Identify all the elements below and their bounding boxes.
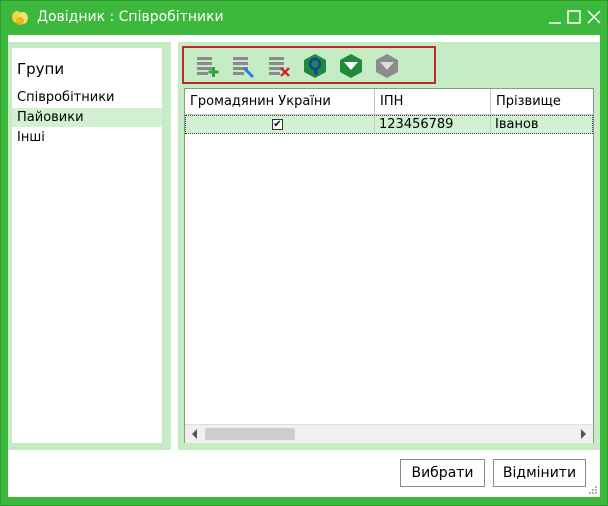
search-button[interactable] [302, 53, 328, 79]
group-item-employees[interactable]: Співробітники [12, 88, 162, 107]
column-header-ipn[interactable]: ІПН [375, 89, 491, 114]
window-client-area: Групи Співробітники Пайовики Інші Громад… [8, 35, 600, 497]
add-record-button[interactable] [194, 53, 220, 79]
filter-button[interactable] [338, 53, 364, 79]
records-panel: Громадянин України ІПН Прізвище ✔ 123456… [178, 42, 600, 450]
filter-clear-button[interactable] [374, 53, 400, 79]
scroll-thumb[interactable] [205, 428, 295, 440]
column-header-citizen[interactable]: Громадянин України [185, 89, 375, 114]
directory-window: Довідник : Співробітники Групи Співробіт… [0, 0, 608, 506]
filter-clear-icon [376, 54, 398, 78]
delete-record-button[interactable] [266, 53, 292, 79]
close-icon [587, 10, 601, 24]
delete-record-icon [269, 57, 290, 77]
close-button[interactable] [585, 7, 603, 27]
grid-header: Громадянин України ІПН Прізвище [185, 89, 593, 115]
maximize-icon [567, 10, 581, 24]
cell-ipn: 123456789 [375, 116, 491, 133]
records-grid: Громадянин України ІПН Прізвище ✔ 123456… [184, 88, 594, 443]
cell-surname: Іванов [495, 117, 539, 132]
search-icon [304, 54, 326, 78]
filter-icon [340, 54, 362, 78]
column-header-surname[interactable]: Прізвище [491, 89, 593, 114]
edit-record-icon [233, 57, 255, 79]
groups-panel: Групи Співробітники Пайовики Інші [8, 42, 171, 450]
cancel-button[interactable]: Відмінити [493, 459, 586, 487]
group-item-others[interactable]: Інші [12, 128, 162, 147]
resize-grip-icon[interactable] [588, 485, 598, 495]
select-button[interactable]: Вибрати [400, 459, 485, 487]
scroll-right-icon[interactable] [581, 429, 586, 439]
group-item-shareholders[interactable]: Пайовики [12, 108, 162, 127]
toolbar [182, 46, 436, 84]
groups-title: Групи [17, 60, 65, 78]
horizontal-scrollbar[interactable] [185, 424, 593, 443]
scroll-left-icon[interactable] [192, 429, 197, 439]
citizen-checkbox[interactable]: ✔ [272, 119, 283, 130]
minimize-button[interactable] [546, 7, 564, 27]
maximize-button[interactable] [565, 7, 583, 27]
edit-record-button[interactable] [230, 53, 256, 79]
minimize-icon [549, 22, 561, 24]
add-record-icon [197, 57, 219, 77]
window-title: Довідник : Співробітники [37, 9, 224, 25]
title-bar[interactable]: Довідник : Співробітники [1, 1, 607, 35]
table-row[interactable]: ✔ 123456789 Іванов [185, 115, 593, 134]
cell-citizen[interactable]: ✔ [186, 116, 375, 133]
app-icon [12, 11, 28, 25]
groups-list: Групи Співробітники Пайовики Інші [12, 48, 162, 443]
